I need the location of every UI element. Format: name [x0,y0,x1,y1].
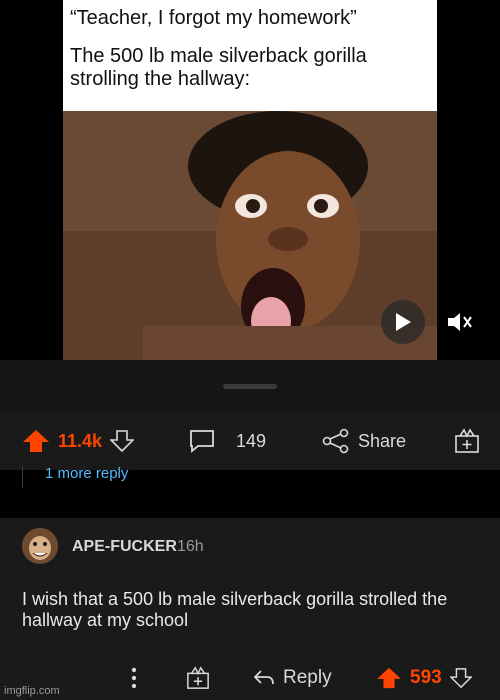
imgflip-watermark: imgflip.com [4,685,60,697]
reply-arrow-icon [253,670,274,685]
comment-icon [190,430,214,453]
comment-action-bar: Reply 593 [0,656,500,700]
reply-label: Reply [283,667,332,688]
play-icon [396,313,411,331]
reply-button[interactable]: Reply [253,656,332,700]
volume-button[interactable] [441,304,477,340]
share-label: Share [358,430,407,451]
downvote-icon[interactable] [110,429,135,453]
share-button[interactable]: Share [322,412,406,470]
caption-line-3: strolling the hallway: [70,68,251,90]
thread-line [22,466,23,488]
comment-award-button[interactable] [186,656,210,700]
more-replies-link[interactable]: 1 more reply [45,465,128,482]
gift-icon [455,428,479,453]
comment-age: 16h [177,538,204,555]
vote-group: 11.4k [22,412,135,470]
gift-icon [187,666,209,689]
upvote-count: 11.4k [58,430,103,451]
award-button[interactable] [454,412,480,470]
share-icon [322,428,349,454]
upvote-icon[interactable] [22,429,50,453]
downvote-icon[interactable] [449,667,472,689]
more-options-button[interactable] [131,656,137,700]
meme-caption: “Teacher, I forgot my homework” The 500 … [70,7,431,91]
sheet-drag-handle[interactable] [223,384,277,389]
comment-body: I wish that a 500 lb male silverback gor… [22,589,448,630]
upvote-icon[interactable] [376,667,402,689]
comment-score: 593 [410,667,442,688]
kebab-menu-icon [131,667,137,689]
play-button[interactable] [381,300,425,344]
comments-button[interactable]: 149 [188,412,266,470]
comment-vote-group: 593 [376,656,472,700]
avatar[interactable] [22,528,58,564]
mute-icon [448,313,472,331]
post-action-bar: 11.4k 149 Share [0,412,500,470]
chimp-avatar-icon [22,528,58,564]
caption-line-1: “Teacher, I forgot my homework” [70,7,357,29]
caption-line-2: The 500 lb male silverback gorilla [70,45,367,67]
comment-author[interactable]: APE-FUCKER [72,538,177,556]
comment-count: 149 [236,430,267,451]
meme-image[interactable]: “Teacher, I forgot my homework” The 500 … [63,0,437,360]
